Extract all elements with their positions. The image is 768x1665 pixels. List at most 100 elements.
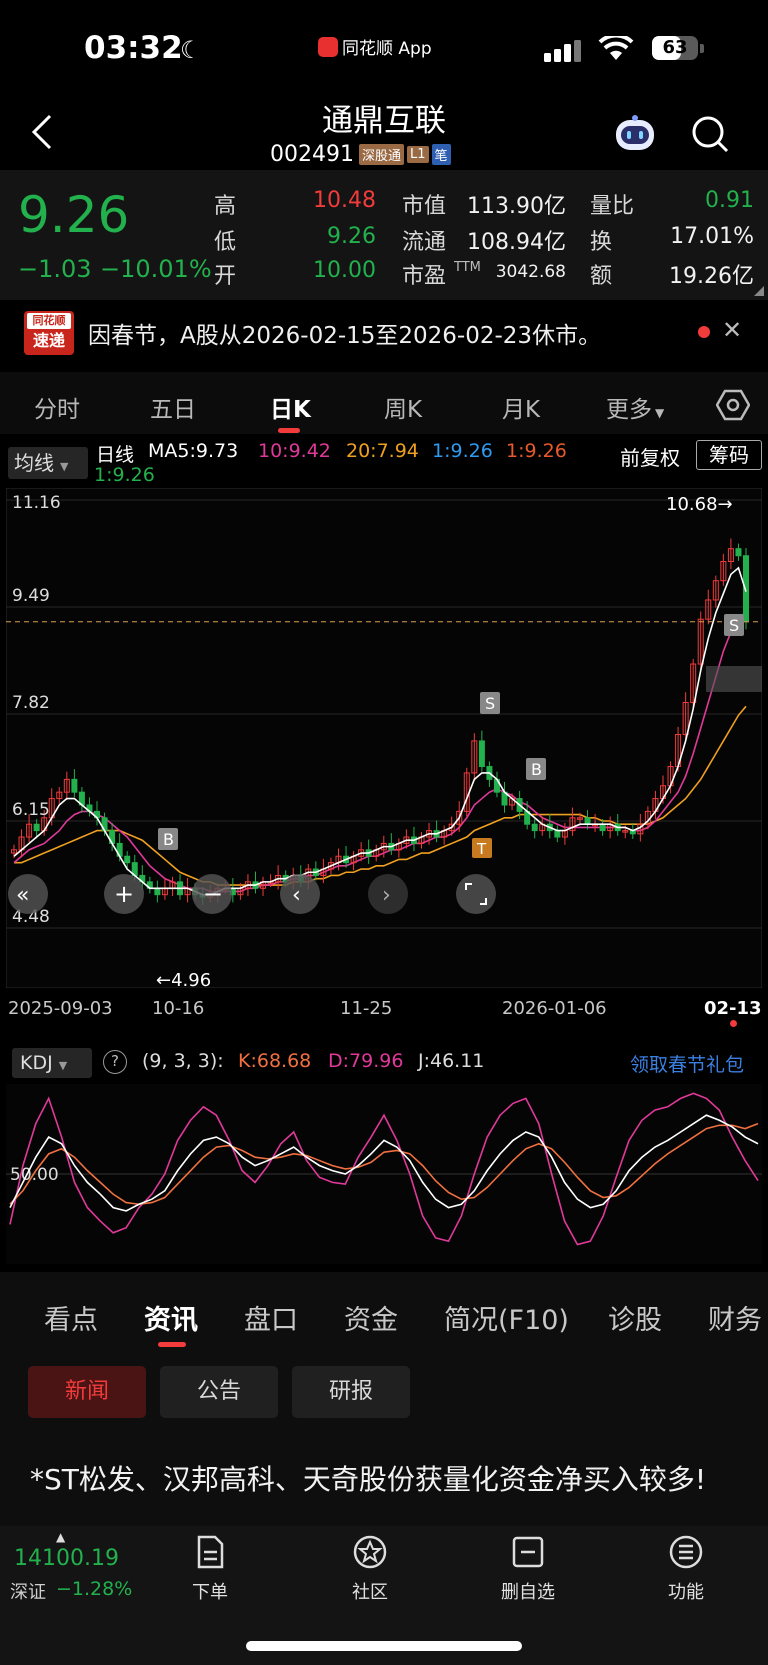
- active-content-tab-indicator: [158, 1342, 186, 1347]
- tab-more-label: 更多: [606, 397, 652, 423]
- signal-s-2-text: S: [729, 616, 739, 635]
- date-tick-1: 10-16: [152, 998, 205, 1019]
- candle-body: [554, 830, 561, 838]
- stock-code: 002491: [270, 142, 354, 167]
- tab-intraday[interactable]: 分时: [34, 390, 80, 424]
- candle-body: [71, 778, 78, 793]
- battery-level: 63: [662, 37, 688, 58]
- scroll-right-button[interactable]: ›: [368, 874, 408, 914]
- nav-remove-watchlist-label: 删自选: [501, 1582, 555, 1603]
- wifi-icon: [598, 36, 634, 60]
- high-label: 高: [214, 194, 237, 219]
- candle-body: [124, 855, 131, 864]
- tab-f10[interactable]: 简况(F10): [444, 1298, 569, 1337]
- caret-down-icon: ▼: [60, 460, 69, 473]
- subtab-news[interactable]: 新闻: [28, 1366, 146, 1418]
- logo-top: 同花顺: [27, 313, 71, 329]
- open-label: 开: [214, 264, 237, 289]
- close-icon[interactable]: ✕: [722, 316, 742, 344]
- zoom-in-button[interactable]: +: [104, 874, 144, 914]
- nav-functions[interactable]: 功能: [636, 1534, 736, 1604]
- price-change: −1.03: [18, 255, 92, 283]
- tab-5day[interactable]: 五日: [150, 390, 196, 424]
- scroll-left-button[interactable]: ‹: [280, 874, 320, 914]
- tab-daily-k[interactable]: 日K: [270, 390, 311, 424]
- robot-icon: [616, 115, 654, 150]
- cellular-signal-icon: [544, 40, 581, 62]
- nav-community[interactable]: 社区: [320, 1534, 420, 1604]
- help-icon[interactable]: ?: [103, 1050, 127, 1074]
- unread-dot: [698, 326, 710, 338]
- signal-s-2: S: [724, 614, 744, 636]
- assistant-button[interactable]: [612, 114, 658, 154]
- ma-a-value: 1:9.26: [432, 440, 493, 462]
- ma20-value: 20:7.94: [346, 440, 419, 462]
- mcap-value: 113.90亿: [467, 194, 566, 219]
- kdj-d-value: D:79.96: [328, 1050, 404, 1072]
- search-button[interactable]: [690, 114, 730, 154]
- zoom-out-button[interactable]: −: [192, 874, 232, 914]
- date-tick-0: 2025-09-03: [8, 998, 113, 1019]
- candle-body: [735, 548, 742, 557]
- tab-diagnosis[interactable]: 诊股: [608, 1298, 662, 1337]
- tab-monthly-k[interactable]: 月K: [502, 390, 540, 424]
- subtab-research[interactable]: 研报: [292, 1366, 410, 1418]
- news-headline[interactable]: *ST松发、汉邦高科、天奇股份获量化资金净买入较多!: [30, 1458, 750, 1502]
- nav-order[interactable]: 下单: [160, 1534, 260, 1604]
- kdj-y-tick: 50.00: [10, 1165, 59, 1185]
- expand-corner-icon[interactable]: [754, 286, 764, 296]
- highlight-band: [706, 666, 762, 692]
- tab-weekly-k[interactable]: 周K: [384, 390, 422, 424]
- ma-day-label: 日线: [96, 444, 135, 466]
- kdj-j-value: J:46.11: [418, 1050, 485, 1072]
- tab-news[interactable]: 资讯: [144, 1298, 198, 1337]
- min-price-label: ←4.96: [156, 970, 211, 988]
- caret-down-icon: ▼: [58, 1059, 68, 1072]
- adjust-mode[interactable]: 前复权: [620, 442, 680, 471]
- indicator-select-kdj[interactable]: KDJ ▼: [12, 1048, 92, 1078]
- y-tick-1: 9.49: [12, 586, 50, 606]
- ma-b-value: 1:9.26: [506, 440, 567, 462]
- low-label: 低: [214, 230, 237, 255]
- app-name: 同花顺 App: [342, 39, 432, 59]
- fullscreen-button[interactable]: [456, 874, 496, 914]
- date-marker-dot: [730, 1020, 737, 1027]
- kdj-select-label: KDJ: [20, 1052, 53, 1074]
- rewind-button[interactable]: «: [8, 874, 48, 914]
- app-indicator: 同花顺 App: [318, 34, 432, 59]
- tab-highlights[interactable]: 看点: [44, 1298, 98, 1337]
- index-value[interactable]: 14100.19: [14, 1546, 119, 1571]
- settings-hexagon-icon[interactable]: [716, 388, 750, 422]
- kdj-chart[interactable]: 50.00: [6, 1084, 762, 1264]
- turnover-label: 换: [590, 230, 613, 255]
- tag-shenguto: 深股通: [358, 144, 404, 165]
- spring-gift-link[interactable]: 领取春节礼包: [630, 1050, 744, 1077]
- pe-ttm: TTM: [454, 260, 481, 275]
- active-tab-indicator: [278, 428, 300, 433]
- candlestick-chart[interactable]: 11.16 9.49 7.82 6.15 4.48 10.68→ ←4.96 S…: [6, 488, 762, 988]
- search-icon: [692, 116, 729, 153]
- subtab-announcements[interactable]: 公告: [160, 1366, 278, 1418]
- indicator-select-ma[interactable]: 均线 ▼: [8, 447, 88, 479]
- signal-b-2: B: [526, 758, 546, 780]
- kdj-k-value: K:68.68: [238, 1050, 312, 1072]
- double-left-icon: «: [16, 883, 29, 908]
- open-value: 10.00: [313, 258, 376, 283]
- y-tick-3: 6.15: [12, 800, 50, 820]
- signal-s-1-text: S: [485, 694, 495, 713]
- nav-remove-watchlist[interactable]: 删自选: [478, 1534, 578, 1604]
- chips-button[interactable]: 筹码: [696, 440, 762, 470]
- turnover-value: 17.01%: [670, 224, 754, 249]
- ma10-value: 10:9.42: [258, 440, 331, 462]
- signal-s-1: S: [480, 692, 500, 714]
- status-time: 03:32: [84, 30, 183, 66]
- tab-finance[interactable]: 财务: [708, 1298, 762, 1337]
- pe-label: 市盈: [402, 264, 447, 289]
- tab-capital[interactable]: 资金: [344, 1298, 398, 1337]
- tab-more[interactable]: 更多 ▼: [606, 390, 664, 424]
- home-indicator: [246, 1641, 522, 1651]
- minus-icon: −: [203, 880, 223, 908]
- tab-orderbook[interactable]: 盘口: [244, 1298, 298, 1337]
- index-change-pct: −1.28%: [56, 1578, 133, 1600]
- candle-body: [33, 823, 40, 832]
